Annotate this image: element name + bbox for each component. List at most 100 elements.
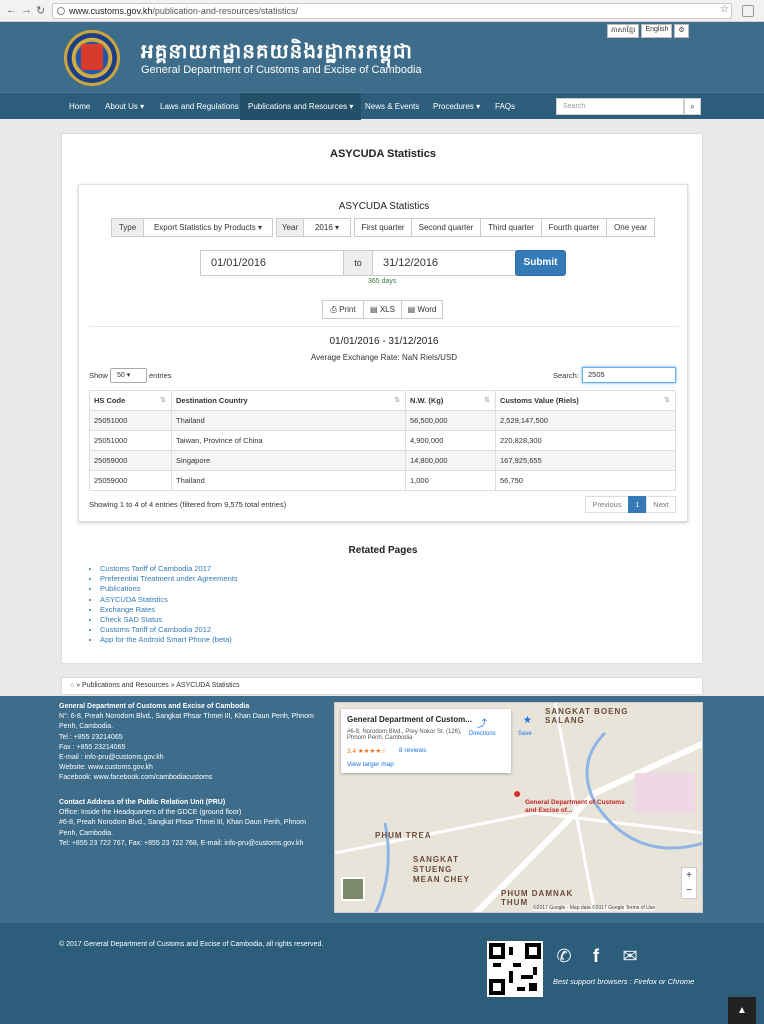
type-select[interactable]: Export Statistics by Products ▾ (143, 218, 273, 237)
cell-weight: 56,500,000 (405, 410, 496, 431)
related-link[interactable]: Preferential Treatment under Agreements (100, 574, 238, 584)
col-customs-value-label: Customs Value (Riels) (500, 396, 579, 405)
fourth-quarter-button[interactable]: Fourth quarter (541, 218, 607, 237)
pagination-page-1[interactable]: 1 (628, 496, 647, 513)
map-label-stueng-mean-chey: SANGKAT STUENG MEAN CHEY (413, 855, 471, 884)
caret-down-icon: ▾ (126, 372, 131, 379)
word-button[interactable]: ▤ Word (401, 300, 443, 319)
lang-english[interactable]: English (641, 24, 673, 38)
file-icon: ▤ (407, 305, 416, 314)
map-place-name[interactable]: General Department of Custom... (347, 715, 472, 724)
map-satellite-toggle[interactable] (341, 877, 365, 901)
reload-icon[interactable]: ↻ (36, 4, 45, 17)
nav-publications[interactable]: Publications and Resources ▾ (240, 93, 362, 120)
cell-country: Taiwan, Province of China (171, 430, 406, 451)
page-title: ASYCUDA Statistics (330, 148, 436, 160)
nav-news-events[interactable]: News & Events (357, 93, 427, 120)
third-quarter-button[interactable]: Third quarter (480, 218, 542, 237)
nav-about-us[interactable]: About Us ▾ (97, 93, 152, 120)
related-link[interactable]: Customs Tariff of Cambodia 2017 (100, 564, 238, 574)
submit-button[interactable]: Submit (515, 250, 566, 276)
col-nw-kg[interactable]: N.W. (Kg) ⇅ (405, 390, 496, 411)
email-icon[interactable]: ✉ (617, 945, 643, 967)
map-label-boeng-salang: SANGKAT BOENG SALANG (545, 707, 629, 725)
xls-button[interactable]: ▤ XLS (363, 300, 402, 319)
col-customs-value[interactable]: Customs Value (Riels) ⇅ (495, 390, 676, 411)
pagination-previous[interactable]: Previous (585, 496, 629, 513)
show-label: Show (89, 371, 108, 380)
org-facebook[interactable]: Facebook: www.facebook.com/cambodiacusto… (59, 774, 212, 781)
org-website[interactable]: Website: www.customs.gov.kh (59, 764, 153, 771)
related-link[interactable]: ASYCUDA Statistics (100, 595, 238, 605)
year-select[interactable]: 2016 ▾ (303, 218, 351, 237)
nav-home[interactable]: Home (61, 93, 98, 120)
table-row: 25059000 Singapore 14,800,000 167,925,65… (89, 450, 676, 471)
col-destination-country[interactable]: Destination Country ⇅ (171, 390, 406, 411)
back-icon[interactable]: ← (6, 4, 17, 16)
date-to-label: to (343, 250, 373, 276)
cell-value: 167,925,655 (495, 450, 676, 471)
main-navbar: Home About Us ▾ Laws and Regulations Pub… (0, 92, 764, 120)
browser-menu-icon[interactable] (742, 5, 754, 17)
site-header: អគ្គនាយកដ្ឋានគយនិងរដ្ឋាករកម្ពុជា General… (0, 22, 764, 92)
print-button[interactable]: ⎙ Print (322, 300, 364, 319)
related-link[interactable]: Exchange Rates (100, 605, 238, 615)
scroll-to-top-button[interactable]: ▲ (728, 997, 756, 1024)
home-icon[interactable]: ⌂ (70, 682, 74, 689)
bookmark-star-icon[interactable]: ☆ (720, 4, 729, 15)
nav-search-input[interactable]: Search (556, 98, 684, 115)
pagination-next[interactable]: Next (646, 496, 676, 513)
nav-faqs[interactable]: FAQs (487, 93, 523, 120)
map-pin-icon[interactable]: ● (513, 785, 521, 801)
sort-icon: ⇅ (664, 397, 670, 404)
one-year-button[interactable]: One year (606, 218, 655, 237)
settings-gear-icon[interactable]: ⚙ (674, 24, 689, 38)
pru-address: #6-8, Preah Norodom Blvd., Sangkat Phsar… (59, 819, 306, 837)
map-reviews[interactable]: 8 reviews (399, 747, 426, 754)
url-path: /publication-and-resources/statistics/ (152, 6, 298, 16)
search-icon[interactable]: ⌕ (684, 98, 701, 115)
facebook-icon[interactable]: f (585, 945, 607, 967)
phone-icon[interactable]: ✆ (553, 945, 575, 967)
entries-select[interactable]: 50 ▾ (110, 368, 147, 383)
nav-procedures[interactable]: Procedures ▾ (425, 93, 488, 120)
directions-icon[interactable]: ⤴ (477, 715, 487, 730)
cell-hs-code: 25051000 (89, 430, 172, 451)
address-bar[interactable]: www.customs.gov.kh/publication-and-resou… (52, 3, 732, 19)
map-save[interactable]: Save (518, 731, 532, 737)
related-link[interactable]: Check SAD Status (100, 615, 238, 625)
org-email[interactable]: E-mail : info-pru@customs.gov.kh (59, 754, 164, 761)
customs-logo[interactable] (64, 30, 120, 86)
org-address: N°: 6-8, Preah Norodom Blvd., Sangkat Ph… (59, 713, 314, 731)
table-header-row: HS Code ⇅ Destination Country ⇅ N.W. (Kg) ⇅… (89, 390, 676, 411)
zoom-out-icon[interactable]: − (686, 885, 692, 896)
year-select-value: 2016 (314, 223, 333, 232)
col-hs-code[interactable]: HS Code ⇅ (89, 390, 172, 411)
print-label: Print (339, 305, 356, 314)
related-link[interactable]: App for the Android Smart Phone (beta) (100, 635, 238, 645)
org-fax: Fax : +855 23214065 (59, 743, 126, 751)
map-view-larger[interactable]: View larger map (347, 761, 394, 768)
search-label: Search: (553, 371, 579, 380)
lang-khmer[interactable]: ភាសាខ្មែរ (607, 24, 640, 38)
related-link[interactable]: Publications (100, 584, 238, 594)
second-quarter-button[interactable]: Second quarter (411, 218, 481, 237)
nav-laws[interactable]: Laws and Regulations (152, 93, 247, 120)
zoom-in-icon[interactable]: + (686, 870, 692, 881)
embedded-map[interactable]: General Department of Custom... #6-8, No… (334, 702, 703, 913)
col-destination-label: Destination Country (176, 396, 248, 405)
map-directions[interactable]: Directions (469, 731, 496, 737)
cell-weight: 14,800,000 (405, 450, 496, 471)
date-from-input[interactable]: 01/01/2016 (200, 250, 344, 276)
forward-icon[interactable]: → (21, 4, 32, 16)
info-icon[interactable] (57, 7, 65, 15)
qr-pattern (489, 943, 541, 995)
table-search-input[interactable]: 2505 (582, 367, 676, 383)
save-star-icon[interactable]: ★ (523, 715, 532, 726)
map-zoom-controls[interactable]: + − (681, 867, 697, 899)
related-link[interactable]: Customs Tariff of Cambodia 2012 (100, 625, 238, 635)
cell-hs-code: 25059000 (89, 450, 172, 471)
date-to-input[interactable]: 31/12/2016 (372, 250, 516, 276)
first-quarter-button[interactable]: First quarter (354, 218, 412, 237)
panel-title: ASYCUDA Statistics (338, 201, 430, 212)
